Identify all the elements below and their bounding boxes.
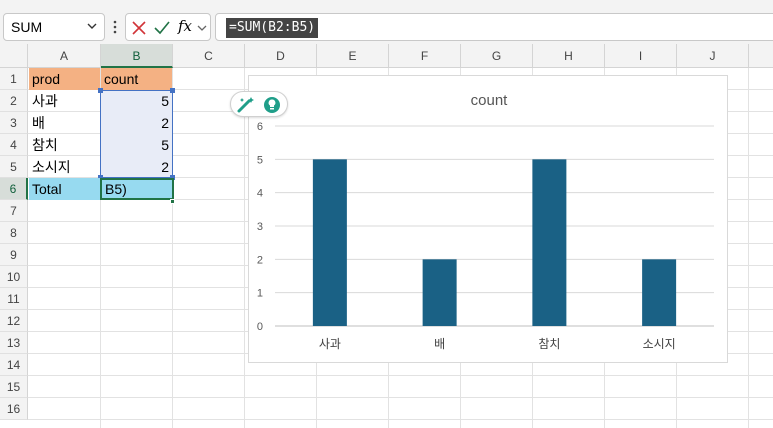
column-header-D[interactable]: D	[245, 44, 317, 68]
row-header-8[interactable]: 8	[0, 222, 28, 244]
cell-B6-active[interactable]: B5)	[100, 178, 174, 200]
row-header-11[interactable]: 11	[0, 288, 28, 310]
cell-B2[interactable]: 5	[101, 90, 172, 112]
chart-canvas: count 0 1 2 3 4 5 6 사과 배 참치 소시지	[257, 92, 714, 351]
row-header-13[interactable]: 13	[0, 332, 28, 354]
cell-A1[interactable]: prod	[29, 68, 100, 90]
cancel-icon[interactable]	[130, 19, 148, 37]
formula-input[interactable]: =SUM(B2:B5)	[215, 13, 773, 41]
y-tick-label: 4	[257, 188, 263, 200]
chevron-down-icon[interactable]	[86, 20, 98, 32]
column-header-F[interactable]: F	[389, 44, 461, 68]
select-all-corner[interactable]	[0, 44, 28, 68]
x-category-label: 참치	[538, 337, 560, 351]
y-tick-label: 2	[257, 254, 263, 266]
lightbulb-icon[interactable]	[262, 95, 282, 115]
cell-A2[interactable]: 사과	[29, 90, 100, 112]
fill-handle[interactable]	[170, 199, 175, 204]
row-header-14[interactable]: 14	[0, 354, 28, 376]
x-category-label: 사과	[319, 337, 341, 351]
y-tick-label: 0	[257, 321, 263, 333]
row-header-4[interactable]: 4	[0, 134, 28, 156]
column-header-J[interactable]: J	[677, 44, 749, 68]
column-header-G[interactable]: G	[461, 44, 533, 68]
cell-A5[interactable]: 소시지	[29, 156, 100, 178]
bar-chart[interactable]: count 0 1 2 3 4 5 6 사과 배 참치 소시지	[248, 75, 728, 363]
column-header-E[interactable]: E	[317, 44, 389, 68]
column-header-C[interactable]: C	[173, 44, 245, 68]
row-header-15[interactable]: 15	[0, 376, 28, 398]
bar-사과[interactable]	[312, 159, 347, 326]
formula-buttons: fx	[125, 13, 211, 41]
magic-wand-icon[interactable]	[236, 96, 256, 114]
chevron-down-icon[interactable]	[196, 19, 208, 37]
cell-B3[interactable]: 2	[101, 112, 172, 134]
y-tick-label: 1	[257, 288, 263, 300]
column-header-B[interactable]: B	[101, 44, 173, 68]
row-header-10[interactable]: 10	[0, 266, 28, 288]
row-header-2[interactable]: 2	[0, 90, 28, 112]
column-header-H[interactable]: H	[533, 44, 605, 68]
more-options-icon[interactable]	[110, 15, 120, 39]
y-tick-label: 6	[257, 121, 263, 133]
insert-function-button[interactable]: fx	[178, 17, 192, 35]
cell-B1[interactable]: count	[101, 68, 172, 90]
name-box-value: SUM	[11, 19, 43, 35]
y-tick-label: 3	[257, 221, 263, 233]
x-category-label: 배	[434, 337, 445, 351]
chart-quick-actions	[230, 91, 288, 117]
formula-text: =SUM(B2:B5)	[226, 18, 319, 38]
row-header-7[interactable]: 7	[0, 200, 28, 222]
column-header-K[interactable]	[749, 44, 773, 68]
row-header-16[interactable]: 16	[0, 398, 28, 420]
chart-title: count	[471, 92, 509, 109]
bar-배[interactable]	[422, 259, 457, 326]
row-header-12[interactable]: 12	[0, 310, 28, 332]
column-header-A[interactable]: A	[28, 44, 101, 68]
column-header-I[interactable]: I	[605, 44, 677, 68]
spreadsheet-grid: A B C D E F G H I J 1 2 3 4 5 6 7 8 9 10…	[0, 44, 773, 428]
row-header-9[interactable]: 9	[0, 244, 28, 266]
cell-B5[interactable]: 2	[101, 156, 172, 178]
cell-A6[interactable]: Total	[29, 178, 100, 200]
range-handle[interactable]	[98, 88, 103, 93]
row-header-3[interactable]: 3	[0, 112, 28, 134]
cell-A4[interactable]: 참치	[29, 134, 100, 156]
y-tick-label: 5	[257, 154, 263, 166]
bar-참치[interactable]	[532, 159, 567, 326]
row-header-1[interactable]: 1	[0, 68, 28, 90]
name-box[interactable]: SUM	[3, 13, 105, 41]
cell-B4[interactable]: 5	[101, 134, 172, 156]
row-header-6[interactable]: 6	[0, 178, 28, 200]
x-category-label: 소시지	[643, 337, 676, 351]
range-handle[interactable]	[170, 88, 175, 93]
cell-A3[interactable]: 배	[29, 112, 100, 134]
bar-소시지[interactable]	[642, 259, 677, 326]
row-header-5[interactable]: 5	[0, 156, 28, 178]
enter-check-icon[interactable]	[153, 19, 171, 37]
